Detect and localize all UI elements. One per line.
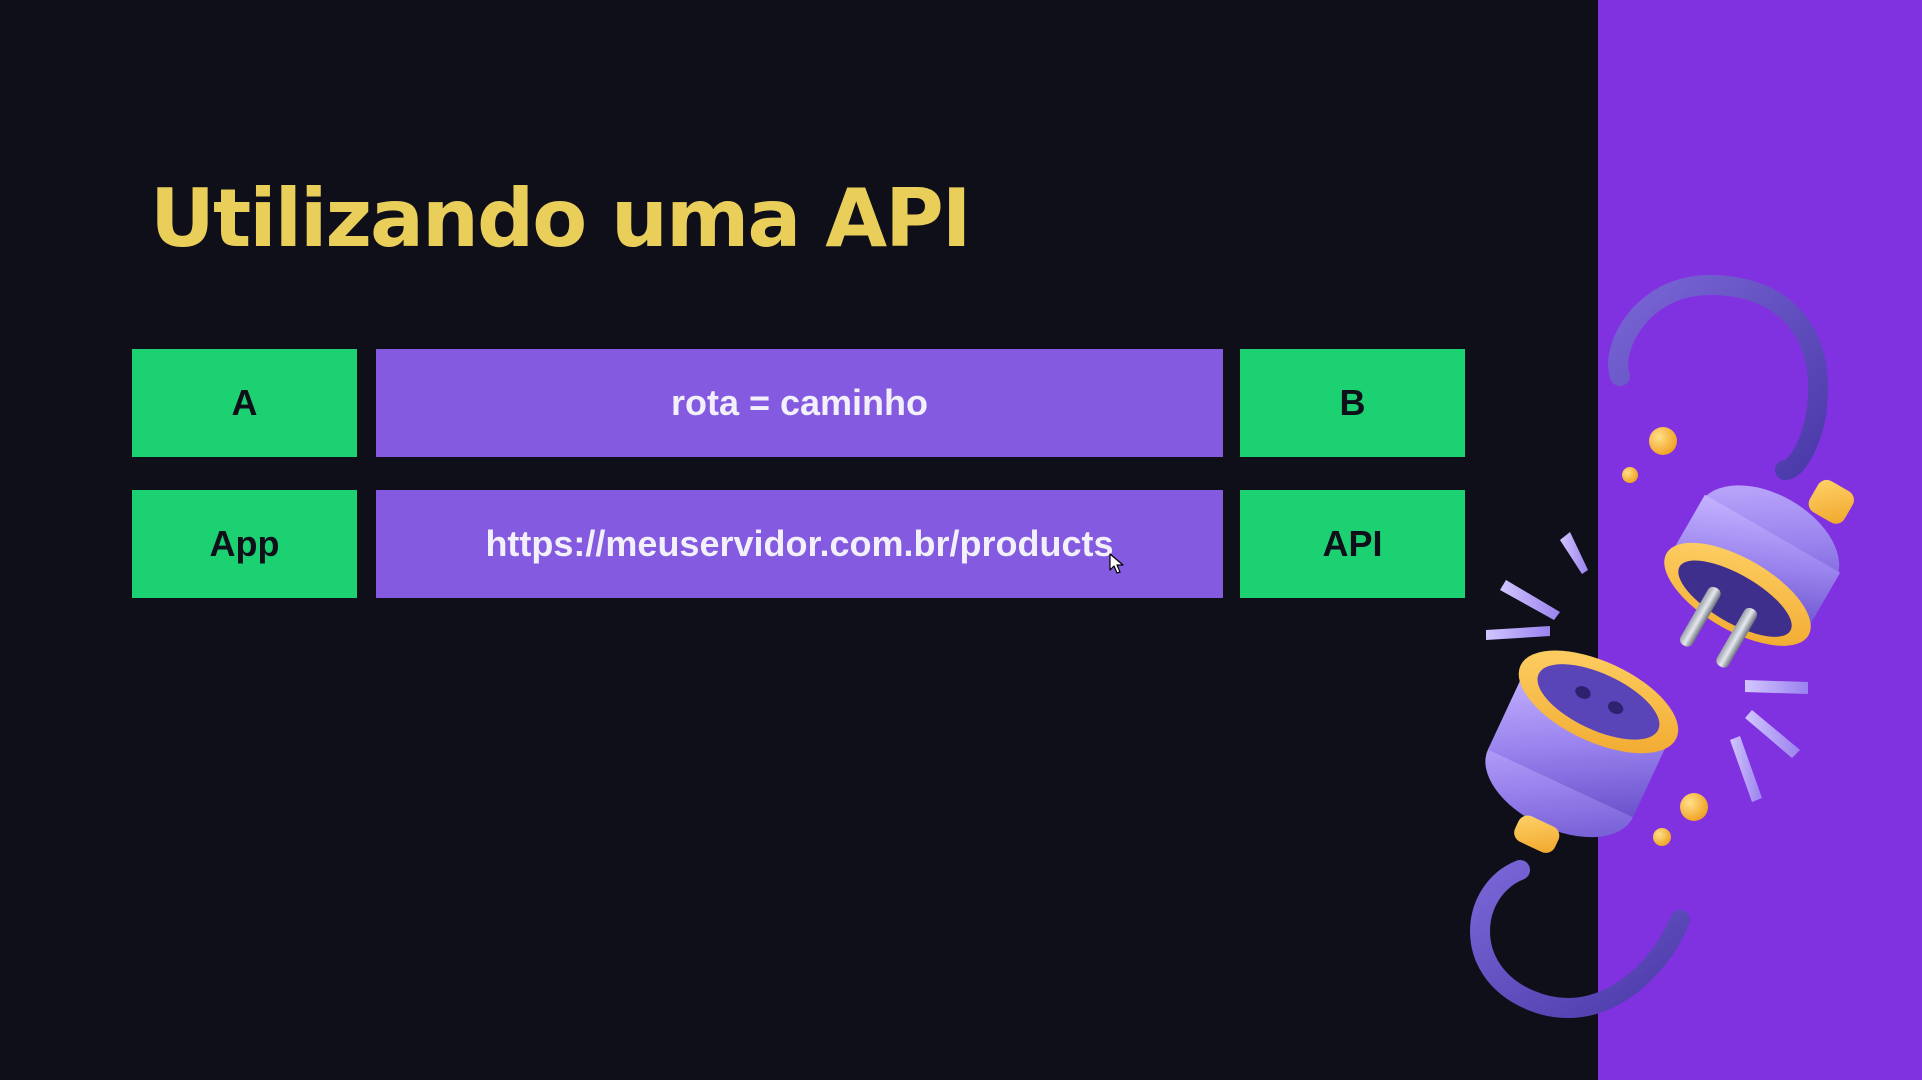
slide-title: Utilizando uma API	[150, 172, 972, 265]
box-app: App	[132, 490, 357, 598]
unplugged-cable-icon	[1470, 274, 1854, 1018]
box-route-definition: rota = caminho	[376, 349, 1223, 457]
box-b: B	[1240, 349, 1465, 457]
presentation-slide: Utilizando uma API A rota = caminho B Ap…	[0, 0, 1922, 1080]
mouse-pointer-icon	[1109, 553, 1124, 574]
box-url: https://meuservidor.com.br/products	[376, 490, 1223, 598]
box-api: API	[1240, 490, 1465, 598]
box-a: A	[132, 349, 357, 457]
